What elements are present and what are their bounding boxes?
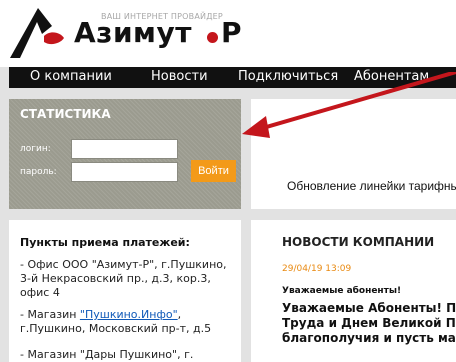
stats-panel: СТАТИСТИКА логин: пароль: Войти <box>9 99 241 209</box>
login-button[interactable]: Войти <box>191 160 236 182</box>
main-nav: О компании Новости Подключиться Абонента… <box>9 67 456 88</box>
payment-points-panel: Пункты приема платежей: - Офис ООО "Азим… <box>9 220 241 362</box>
company-news-panel: НОВОСТИ КОМПАНИИ 29/04/19 13:09 Уважаемы… <box>251 220 456 362</box>
logo-mark-icon[interactable] <box>8 4 70 60</box>
brand-name[interactable]: Азимут <box>74 16 192 49</box>
tariff-banner[interactable]: Обновление линейки тарифных <box>251 99 456 209</box>
payment-point-office: - Офис ООО "Азимут-Р", г.Пушкино, 3-й Не… <box>20 258 227 299</box>
login-label: логин: <box>20 144 51 154</box>
news-body-line: благополучия и пусть май <box>282 331 456 345</box>
brand-suffix[interactable]: Р <box>221 16 242 49</box>
brand-dot <box>207 32 218 43</box>
nav-item-connect[interactable]: Подключиться <box>238 69 338 84</box>
login-input[interactable] <box>71 139 178 159</box>
news-section-title: НОВОСТИ КОМПАНИИ <box>282 235 435 249</box>
nav-item-news[interactable]: Новости <box>151 69 208 84</box>
payment-point-dary: - Магазин "Дары Пушкино", г. <box>20 348 194 361</box>
news-date: 29/04/19 13:09 <box>282 264 352 274</box>
banner-text: Обновление линейки тарифных <box>287 179 456 193</box>
news-body-line: Труда и Днем Великой По <box>282 316 456 330</box>
site-header: ВАШ ИНТЕРНЕТ ПРОВАЙДЕР Азимут Р <box>0 0 456 67</box>
payment-point-prefix: - Магазин <box>20 308 80 321</box>
pushkino-info-link[interactable]: "Пушкино.Инфо" <box>80 308 178 321</box>
stats-title: СТАТИСТИКА <box>20 107 111 121</box>
password-input[interactable] <box>71 162 178 182</box>
news-body: Уважаемые Абоненты! Поз Труда и Днем Вел… <box>282 301 456 346</box>
password-label: пароль: <box>20 167 57 177</box>
nav-item-subscribers[interactable]: Абонентам <box>354 69 429 84</box>
payment-points-title: Пункты приема платежей: <box>20 236 190 249</box>
nav-item-about[interactable]: О компании <box>30 69 112 84</box>
news-headline[interactable]: Уважаемые абоненты! <box>282 286 401 296</box>
news-body-line: Уважаемые Абоненты! Поз <box>282 301 456 315</box>
payment-point-pushkino-info: - Магазин "Пушкино.Инфо", г.Пушкино, Мос… <box>20 308 238 336</box>
